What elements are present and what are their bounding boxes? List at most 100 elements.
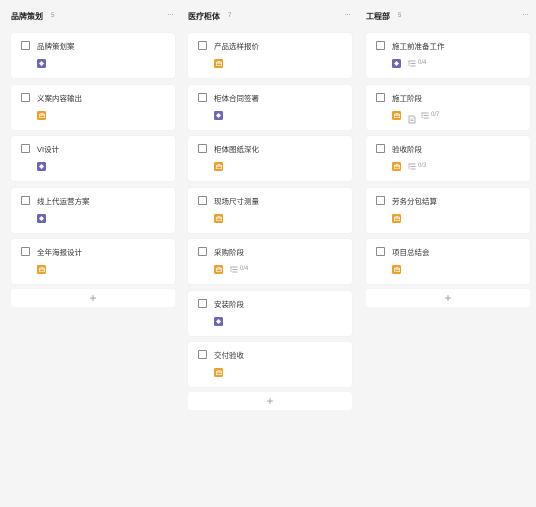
task-title: 验收阶段 bbox=[392, 145, 422, 154]
plus-icon: + bbox=[444, 291, 452, 305]
task-checkbox[interactable] bbox=[198, 92, 207, 102]
diamond-icon bbox=[37, 59, 46, 68]
task-title: 全年海报设计 bbox=[37, 248, 82, 257]
diamond-icon bbox=[37, 162, 46, 171]
task-card[interactable]: 项目总结会 bbox=[366, 239, 530, 284]
subtask-list-icon bbox=[230, 266, 240, 273]
diamond-icon bbox=[214, 316, 223, 326]
more-dots-icon[interactable]: ··· bbox=[167, 9, 174, 19]
column-header: 工程部 5 ··· bbox=[366, 8, 530, 28]
task-card[interactable]: 柜体合同签署 bbox=[188, 84, 352, 130]
subtask-progress: 0/7 bbox=[421, 111, 439, 120]
task-checkbox[interactable] bbox=[21, 92, 30, 102]
add-card-button[interactable]: + bbox=[11, 289, 175, 307]
diamond-icon bbox=[392, 59, 401, 68]
task-checkbox[interactable] bbox=[198, 298, 207, 308]
task-title: 施工阶段 bbox=[392, 93, 422, 103]
briefcase-icon bbox=[392, 110, 401, 120]
task-title: 义案内容输出 bbox=[37, 93, 82, 103]
task-title: 劳务分包结算 bbox=[392, 196, 437, 206]
task-title: 柜体合同签署 bbox=[214, 93, 259, 103]
task-checkbox[interactable] bbox=[376, 144, 385, 153]
task-checkbox[interactable] bbox=[21, 195, 30, 205]
column-title: 医疗柜体 bbox=[188, 12, 220, 21]
task-card[interactable]: 安装阶段 bbox=[188, 290, 352, 336]
task-checkbox[interactable] bbox=[198, 350, 207, 359]
subtask-count: 0/7 bbox=[431, 111, 440, 118]
briefcase-icon bbox=[214, 59, 223, 68]
task-checkbox[interactable] bbox=[376, 92, 385, 102]
diamond-icon bbox=[37, 213, 46, 223]
task-title: 安装阶段 bbox=[214, 299, 244, 309]
task-title: 交付验收 bbox=[214, 351, 244, 360]
briefcase-icon bbox=[214, 213, 223, 223]
briefcase-icon bbox=[214, 368, 223, 377]
task-card[interactable]: VI设计 bbox=[11, 136, 175, 181]
task-card[interactable]: 施工前准备工作 0/4 bbox=[366, 33, 530, 78]
board-column: 工程部 5 ··· 施工前准备工作 0/4 施工阶段 0/7 验收阶段 0/3 劳务分包结算 项目总… bbox=[366, 8, 530, 307]
task-title: 采购阶段 bbox=[214, 248, 244, 257]
subtask-progress: 0/4 bbox=[408, 59, 426, 68]
plus-icon: + bbox=[266, 394, 274, 408]
briefcase-icon bbox=[392, 265, 401, 274]
task-card[interactable]: 采购阶段 0/4 bbox=[188, 239, 352, 284]
task-checkbox[interactable] bbox=[376, 195, 385, 205]
column-title: 工程部 bbox=[366, 12, 390, 21]
task-title: 品牌策划案 bbox=[37, 42, 75, 51]
column-title: 品牌策划 bbox=[11, 12, 43, 21]
subtask-progress: 0/4 bbox=[230, 265, 248, 274]
briefcase-icon bbox=[214, 162, 223, 171]
task-checkbox[interactable] bbox=[21, 41, 30, 50]
briefcase-icon bbox=[37, 110, 46, 120]
task-title: 项目总结会 bbox=[392, 248, 430, 257]
subtask-count: 0/3 bbox=[418, 163, 427, 169]
task-card[interactable]: 产品选样报价 bbox=[188, 33, 352, 78]
task-checkbox[interactable] bbox=[21, 144, 30, 153]
subtask-list-icon bbox=[408, 163, 418, 170]
column-header: 品牌策划 5 ··· bbox=[11, 8, 175, 28]
task-checkbox[interactable] bbox=[198, 195, 207, 205]
plus-icon: + bbox=[89, 291, 97, 305]
subtask-count: 0/4 bbox=[418, 60, 427, 66]
board-column: 医疗柜体 7 ··· 产品选样报价 柜体合同签署 柜体图纸深化 现场尺寸测量 采购阶段 0/4 安… bbox=[188, 8, 352, 410]
add-card-button[interactable]: + bbox=[366, 289, 530, 307]
column-count: 5 bbox=[51, 13, 55, 19]
briefcase-icon bbox=[392, 162, 401, 171]
task-title: 施工前准备工作 bbox=[392, 42, 445, 51]
subtask-list-icon bbox=[408, 60, 418, 67]
task-checkbox[interactable] bbox=[198, 41, 207, 50]
task-card[interactable]: 劳务分包结算 bbox=[366, 187, 530, 233]
task-checkbox[interactable] bbox=[376, 41, 385, 50]
briefcase-icon bbox=[37, 265, 46, 274]
task-checkbox[interactable] bbox=[376, 247, 385, 256]
task-card[interactable]: 线上代运营方案 bbox=[11, 187, 175, 233]
subtask-count: 0/4 bbox=[240, 266, 249, 272]
briefcase-icon bbox=[392, 213, 401, 223]
kanban-board: 品牌策划 5 ··· 品牌策划案 义案内容输出 VI设计 线上代运营方案 全年海报设计 + 医疗柜… bbox=[0, 0, 536, 507]
task-title: 柜体图纸深化 bbox=[214, 145, 259, 154]
task-checkbox[interactable] bbox=[198, 247, 207, 256]
subtask-list-icon bbox=[421, 112, 431, 119]
board-column: 品牌策划 5 ··· 品牌策划案义案内容输出 VI设计线上代运营方案 全年海报设计 + bbox=[11, 8, 175, 307]
more-dots-icon[interactable]: ··· bbox=[522, 9, 529, 19]
task-card[interactable]: 验收阶段 0/3 bbox=[366, 136, 530, 181]
task-card[interactable]: 义案内容输出 bbox=[11, 84, 175, 130]
task-title: 现场尺寸测量 bbox=[214, 196, 259, 206]
briefcase-icon bbox=[214, 265, 223, 274]
task-card[interactable]: 柜体图纸深化 bbox=[188, 136, 352, 181]
column-count: 7 bbox=[228, 13, 232, 19]
task-checkbox[interactable] bbox=[21, 247, 30, 256]
column-count: 5 bbox=[398, 13, 402, 19]
more-dots-icon[interactable]: ··· bbox=[344, 9, 351, 19]
task-card[interactable]: 品牌策划案 bbox=[11, 33, 175, 78]
task-card[interactable]: 施工阶段 0/7 bbox=[366, 84, 530, 130]
task-card[interactable]: 交付验收 bbox=[188, 342, 352, 387]
task-card[interactable]: 现场尺寸测量 bbox=[188, 187, 352, 233]
task-card[interactable]: 全年海报设计 bbox=[11, 239, 175, 284]
column-header: 医疗柜体 7 ··· bbox=[188, 8, 352, 28]
task-title: 产品选样报价 bbox=[214, 42, 259, 51]
add-card-button[interactable]: + bbox=[188, 392, 352, 410]
task-title: 线上代运营方案 bbox=[37, 196, 90, 206]
task-checkbox[interactable] bbox=[198, 144, 207, 153]
task-title: VI设计 bbox=[37, 145, 60, 154]
